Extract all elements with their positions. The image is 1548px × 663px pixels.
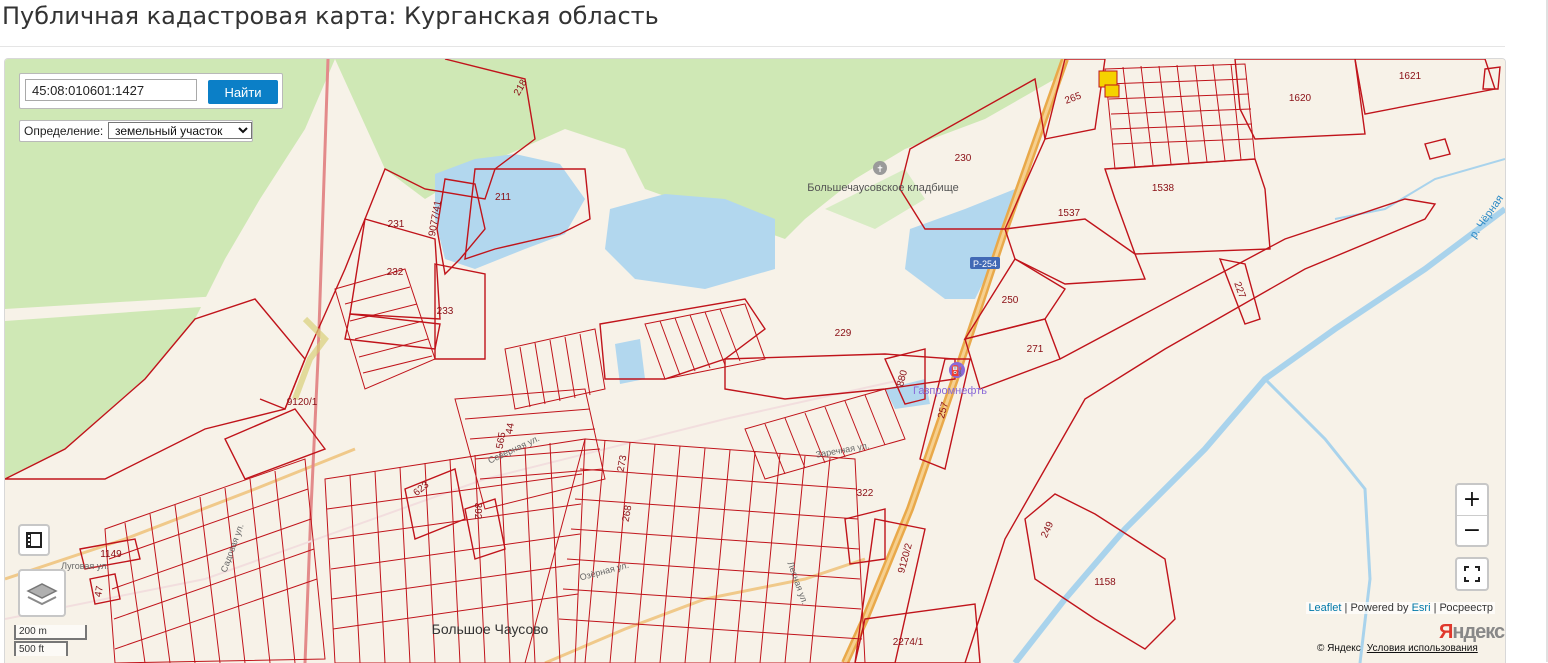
parcel-label: 250 — [1002, 295, 1019, 306]
filmstrip-button[interactable] — [18, 524, 50, 556]
street-label: Луговая ул. — [61, 561, 109, 571]
title-divider — [0, 46, 1505, 47]
cemetery-label: Большечаусовское кладбище — [807, 182, 959, 194]
map-attribution: Leaflet | Powered by Esri | Росреестр — [1306, 602, 1495, 614]
page-margin — [1513, 0, 1548, 662]
fullscreen-button[interactable] — [1455, 557, 1489, 591]
road-badge-label: Р-254 — [973, 259, 997, 269]
parcel-label: 229 — [835, 328, 852, 339]
cadastral-number-input[interactable] — [25, 79, 197, 101]
cadastral-map[interactable]: Р-254 ✝ Большечаусовское кладбище ⛽ Газп… — [5, 59, 1505, 663]
parcel-label: 1620 — [1289, 93, 1312, 104]
yandex-copyright: © Яндекс Условия использования — [1317, 643, 1478, 654]
definition-label: Определение: — [24, 124, 104, 138]
parcel-label: 271 — [1027, 344, 1044, 355]
leaflet-link[interactable]: Leaflet — [1308, 602, 1341, 614]
attribution-text: | Росреестр — [1430, 602, 1493, 614]
map-container[interactable]: Р-254 ✝ Большечаусовское кладбище ⛽ Газп… — [4, 58, 1506, 663]
parcel-label: 9120/1 — [287, 397, 318, 408]
zoom-in-button[interactable]: + — [1457, 485, 1487, 516]
parcel-label: 322 — [857, 488, 874, 499]
page-title: Публичная кадастровая карта: Курганская … — [2, 2, 659, 30]
parcel-label: 232 — [387, 267, 404, 278]
parcel-label: 231 — [388, 219, 405, 230]
search-panel: Найти — [19, 73, 283, 109]
esri-link[interactable]: Esri — [1412, 602, 1431, 614]
scale-metric: 200 m — [14, 625, 87, 640]
fullscreen-icon — [1464, 566, 1480, 582]
parcel-label: 1537 — [1058, 208, 1081, 219]
parcel-label: 1149 — [100, 549, 122, 560]
filmstrip-icon — [26, 532, 42, 548]
svg-text:⛽: ⛽ — [951, 364, 963, 377]
parcel-label: 1538 — [1152, 183, 1175, 194]
parcel-label: 211 — [495, 192, 511, 203]
layers-icon — [26, 583, 58, 606]
definition-panel: Определение: земельный участок — [19, 120, 253, 142]
parcel-label: 1158 — [1094, 577, 1116, 588]
town-label: Большое Чаусово — [432, 621, 549, 637]
layers-button[interactable] — [18, 569, 66, 617]
yandex-copyright-text: © Яндекс — [1317, 643, 1361, 654]
scale-imperial: 500 ft — [14, 641, 68, 656]
parcel-label: 230 — [955, 153, 972, 164]
attribution-text: | Powered by — [1341, 602, 1412, 614]
definition-select[interactable]: земельный участок — [108, 122, 252, 139]
yandex-logo: Яндекс — [1439, 621, 1505, 643]
zoom-out-button[interactable]: − — [1457, 516, 1487, 546]
parcel-label: 392 — [472, 503, 483, 520]
svg-text:✝: ✝ — [876, 164, 884, 174]
zoom-control: + − — [1455, 483, 1489, 547]
gas-station-label: Газпромнефть — [913, 385, 987, 397]
terms-of-use-link[interactable]: Условия использования — [1367, 643, 1478, 654]
parcel-label: 2274/1 — [893, 637, 924, 648]
find-button[interactable]: Найти — [208, 80, 278, 104]
parcel-label: 233 — [437, 306, 454, 317]
parcel-label: 1621 — [1399, 71, 1422, 82]
